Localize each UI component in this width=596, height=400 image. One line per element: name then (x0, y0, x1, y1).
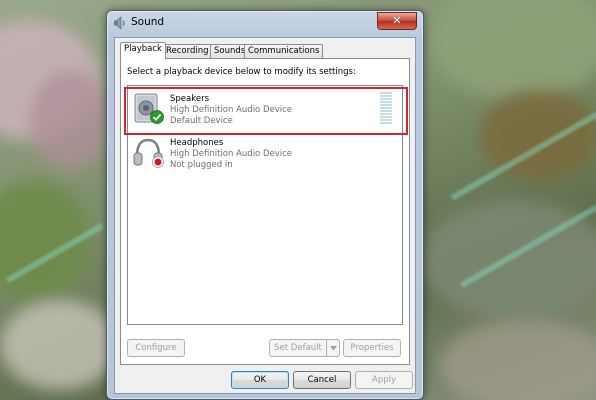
playback-panel: Select a playback device below to modify… (120, 58, 410, 365)
device-speakers[interactable]: Speakers High Definition Audio Device De… (124, 87, 408, 135)
set-default-button[interactable]: Set Default (269, 339, 327, 357)
default-check-icon (150, 110, 164, 124)
properties-button[interactable]: Properties (343, 339, 401, 357)
set-default-dropdown[interactable] (326, 339, 340, 357)
unplugged-icon (152, 156, 164, 168)
window-title: Sound (131, 16, 165, 28)
device-description: High Definition Audio Device (170, 105, 293, 115)
device-headphones[interactable]: Headphones High Definition Audio Device … (128, 132, 402, 174)
instruction-text: Select a playback device below to modify… (127, 67, 356, 77)
configure-button[interactable]: Configure (127, 339, 185, 357)
sound-icon (114, 16, 125, 30)
device-status: Not plugged in (170, 160, 233, 170)
device-name: Headphones (170, 138, 224, 148)
device-description: High Definition Audio Device (170, 149, 293, 159)
cancel-button[interactable]: Cancel (293, 371, 351, 389)
tab-recording[interactable]: Recording (162, 44, 213, 58)
device-status: Default Device (170, 116, 233, 126)
sound-dialog: Sound ✕ Playback Recording Sounds Commun… (106, 10, 424, 400)
playback-device-list[interactable]: Speakers High Definition Audio Device De… (124, 85, 408, 325)
dialog-client-area: Playback Recording Sounds Communications… (114, 37, 416, 394)
tab-playback[interactable]: Playback (120, 42, 166, 59)
volume-level-meter (380, 92, 392, 126)
apply-button[interactable]: Apply (355, 371, 413, 389)
title-bar[interactable]: Sound ✕ (107, 11, 423, 35)
tab-communications[interactable]: Communications (244, 44, 324, 58)
ok-button[interactable]: OK (231, 371, 289, 389)
chevron-down-icon (330, 346, 337, 351)
device-name: Speakers (170, 94, 210, 104)
close-button[interactable]: ✕ (377, 12, 417, 30)
